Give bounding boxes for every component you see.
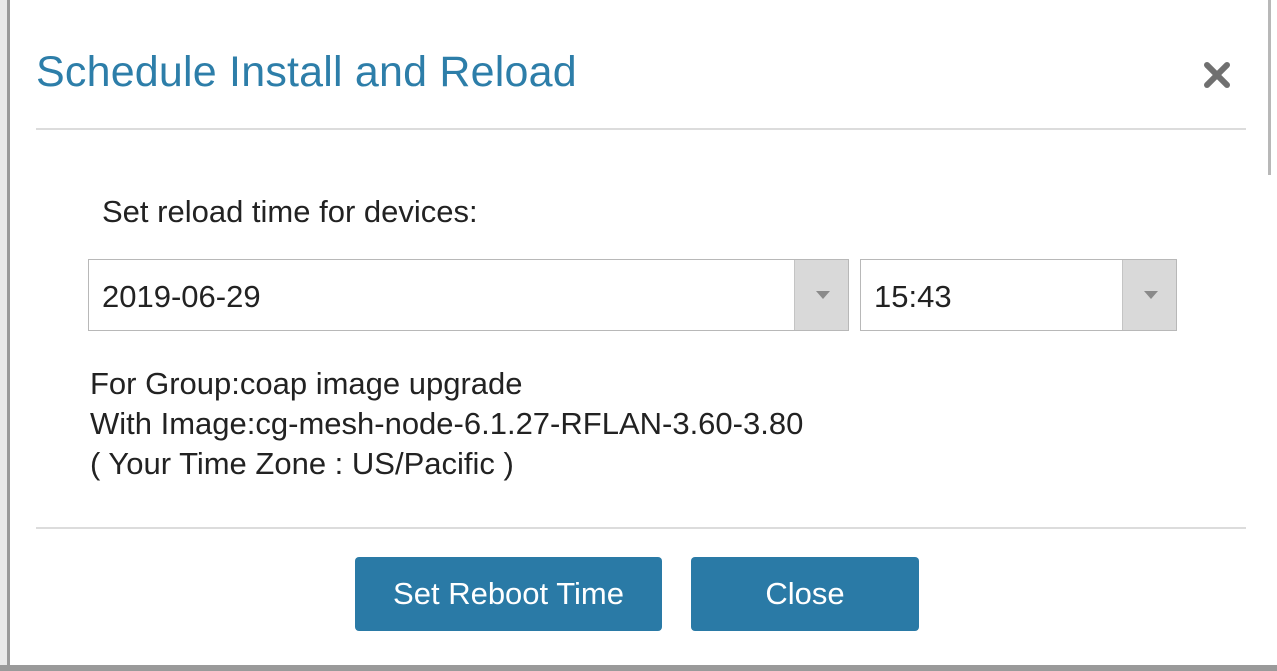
reload-time-prompt: Set reload time for devices: bbox=[102, 194, 478, 229]
date-select[interactable]: 2019-06-29 bbox=[88, 259, 849, 331]
close-button[interactable]: Close bbox=[691, 557, 919, 631]
image-info-line: With Image:cg-mesh-node-6.1.27-RFLAN-3.6… bbox=[90, 406, 804, 441]
timezone-info-line: ( Your Time Zone : US/Pacific ) bbox=[90, 446, 514, 481]
footer-divider bbox=[36, 527, 1246, 529]
time-select[interactable]: 15:43 bbox=[860, 259, 1177, 331]
set-reboot-time-button[interactable]: Set Reboot Time bbox=[355, 557, 662, 631]
page: Schedule Install and Reload Set reload t… bbox=[0, 0, 1277, 671]
group-info-line: For Group:coap image upgrade bbox=[90, 366, 523, 401]
background-edge-line bbox=[1268, 0, 1271, 175]
header-divider bbox=[36, 128, 1246, 130]
close-icon[interactable] bbox=[1196, 52, 1236, 96]
time-select-value: 15:43 bbox=[874, 279, 952, 314]
background-edge-right bbox=[1268, 0, 1277, 671]
dialog-title: Schedule Install and Reload bbox=[36, 48, 577, 96]
date-dropdown-toggle[interactable] bbox=[794, 260, 848, 330]
schedule-info: For Group:coap image upgrade With Image:… bbox=[90, 364, 803, 484]
time-dropdown-toggle[interactable] bbox=[1122, 260, 1176, 330]
background-edge-left bbox=[0, 0, 10, 671]
chevron-down-icon bbox=[816, 291, 830, 299]
chevron-down-icon bbox=[1144, 291, 1158, 299]
date-select-value: 2019-06-29 bbox=[102, 279, 261, 314]
schedule-dialog: Schedule Install and Reload Set reload t… bbox=[10, 0, 1268, 665]
background-edge-bottom bbox=[0, 665, 1277, 671]
